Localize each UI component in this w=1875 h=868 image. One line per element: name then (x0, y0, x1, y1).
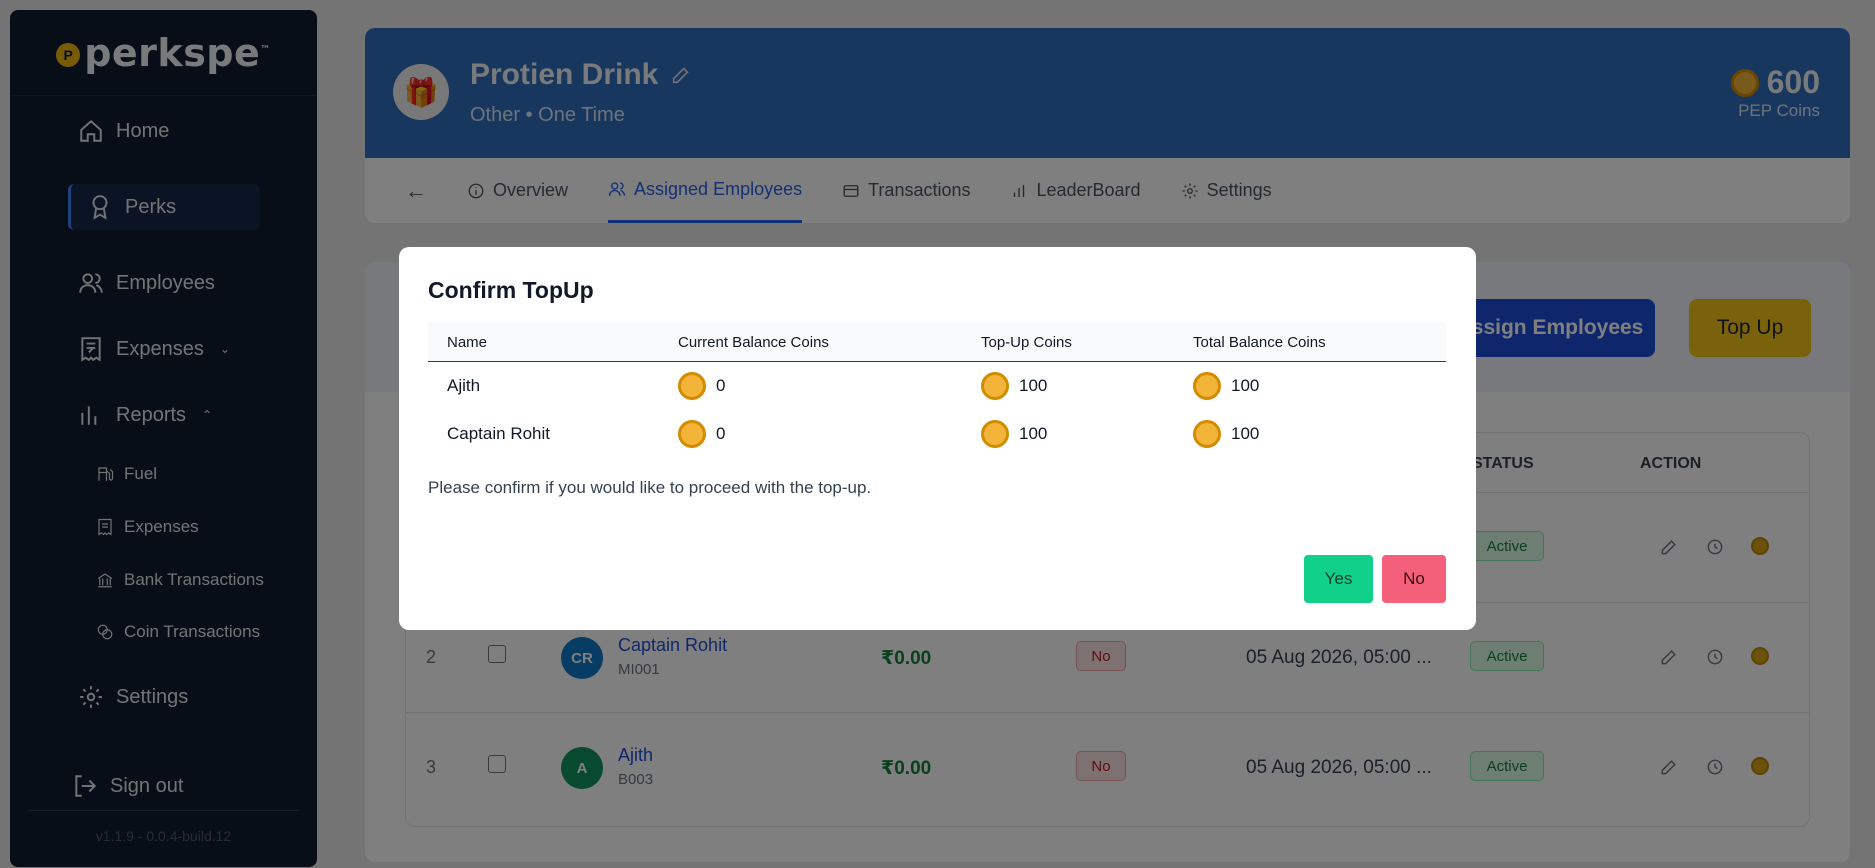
confirm-table: Name Current Balance Coins Top-Up Coins … (428, 322, 1446, 458)
header-total-balance: Total Balance Coins (1193, 334, 1326, 351)
confirm-total: 100 (1231, 424, 1260, 443)
coin-icon (981, 420, 1009, 448)
confirm-table-header: Name Current Balance Coins Top-Up Coins … (428, 322, 1446, 362)
confirm-topup: 100 (1019, 376, 1048, 395)
confirm-total: 100 (1231, 376, 1260, 395)
confirm-current: 0 (716, 424, 726, 443)
dialog-title: Confirm TopUp (428, 277, 594, 303)
coin-icon (678, 420, 706, 448)
yes-button[interactable]: Yes (1304, 555, 1373, 603)
confirm-name: Ajith (447, 376, 481, 395)
confirm-name: Captain Rohit (447, 424, 551, 443)
header-topup-coins: Top-Up Coins (981, 334, 1072, 351)
header-current-balance: Current Balance Coins (678, 334, 829, 351)
confirm-row: Captain Rohit 0 100 100 (428, 410, 1446, 458)
confirm-row: Ajith 0 100 100 (428, 362, 1446, 410)
confirm-current: 0 (716, 376, 726, 395)
coin-icon (981, 372, 1009, 400)
header-name: Name (447, 334, 488, 351)
coin-icon (1193, 372, 1221, 400)
confirm-message: Please confirm if you would like to proc… (428, 478, 872, 497)
confirm-topup: 100 (1019, 424, 1048, 443)
confirm-topup-dialog: Confirm TopUp Name Current Balance Coins… (399, 247, 1476, 630)
coin-icon (678, 372, 706, 400)
no-button[interactable]: No (1382, 555, 1446, 603)
coin-icon (1193, 420, 1221, 448)
